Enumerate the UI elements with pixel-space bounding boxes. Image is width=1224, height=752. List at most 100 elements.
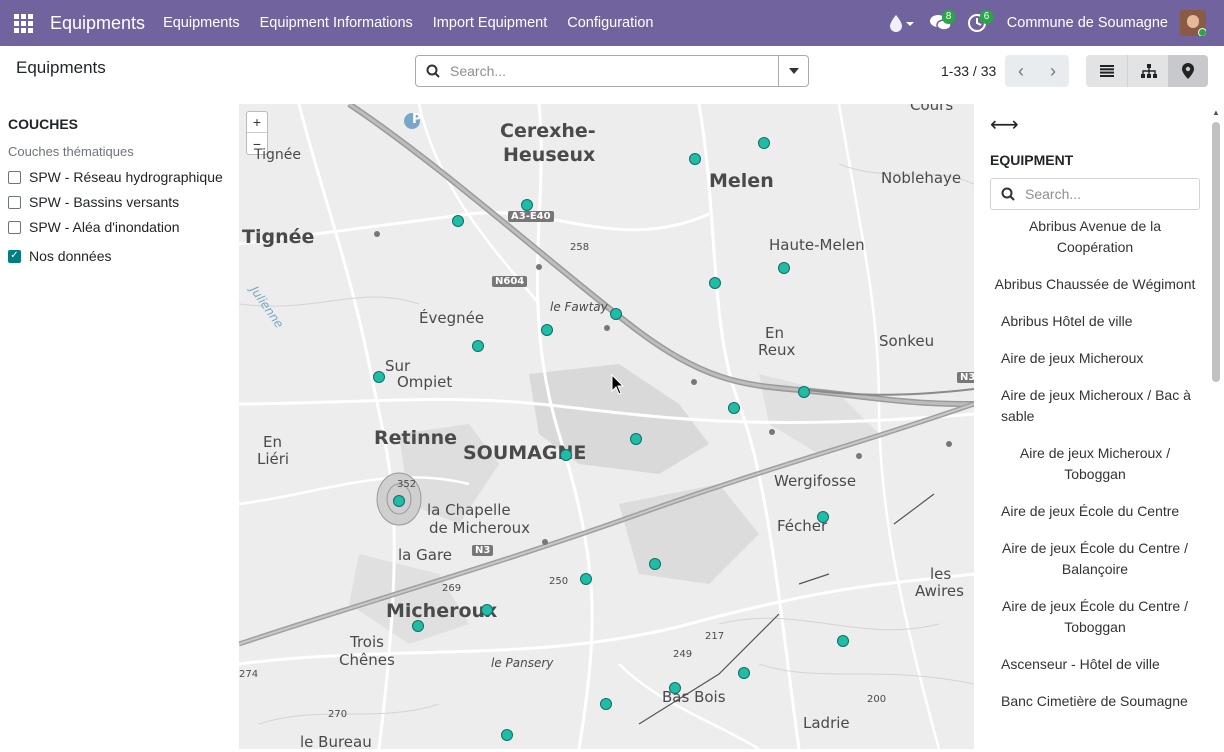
layer-checkbox[interactable] <box>8 170 21 184</box>
map-label-en-reux-1: En <box>765 324 784 342</box>
equipment-marker[interactable] <box>541 324 553 336</box>
map-label-trois-1: Trois <box>350 633 384 651</box>
equipment-list-item[interactable]: Abribus Avenue de la Coopération <box>990 216 1200 258</box>
equipment-scrollbar[interactable]: ▲ <box>1212 108 1220 752</box>
app-brand[interactable]: Equipments <box>50 13 145 34</box>
map-label-heuseux: Heuseux <box>503 144 596 166</box>
scroll-up-arrow-icon[interactable]: ▲ <box>1212 108 1220 117</box>
equipment-marker[interactable] <box>600 698 612 710</box>
page-title: Equipments <box>16 58 106 77</box>
equipment-marker[interactable] <box>758 137 770 149</box>
equipment-marker[interactable] <box>728 402 740 414</box>
scrollbar-thumb[interactable] <box>1212 122 1220 382</box>
equipment-list-item[interactable]: Aire de jeux Micheroux / Bac à sable <box>990 385 1200 427</box>
equipment-list-item[interactable]: Aire de jeux École du Centre <box>990 501 1200 522</box>
layer-label: SPW - Bassins versants <box>29 194 180 210</box>
equipment-marker[interactable] <box>560 449 572 461</box>
equipment-marker[interactable] <box>521 199 533 211</box>
equipment-marker[interactable] <box>610 308 622 320</box>
equipment-title: EQUIPMENT <box>990 152 1074 168</box>
map-label-retinne: Retinne <box>374 427 458 449</box>
parking-label: P <box>412 112 422 127</box>
map-view-button[interactable] <box>1168 55 1208 87</box>
water-drop-icon[interactable] <box>889 0 915 46</box>
search-icon <box>416 64 450 78</box>
layer-label: Nos données <box>29 248 112 264</box>
equipment-marker[interactable] <box>778 262 790 274</box>
layers-subtitle: Couches thématiques <box>8 144 134 159</box>
search-input[interactable]: Search... <box>450 63 778 79</box>
equipment-list-item[interactable]: Ascenseur - Hôtel de ville <box>990 654 1200 675</box>
layer-bassins-versants[interactable]: SPW - Bassins versants <box>8 194 179 210</box>
menu-import-equipment[interactable]: Import Equipment <box>433 15 547 31</box>
layer-checkbox[interactable] <box>8 220 21 234</box>
menu-configuration[interactable]: Configuration <box>567 15 653 31</box>
menu-equipment-informations[interactable]: Equipment Informations <box>260 15 413 31</box>
control-panel: Equipments Search... 1-33 / 33 ‹ › <box>0 46 1224 104</box>
chevron-down-icon <box>788 68 799 74</box>
map-label-la-chapelle-2: de Micheroux <box>429 519 531 537</box>
pager-next-button[interactable]: › <box>1037 55 1069 87</box>
equipment-marker[interactable] <box>837 635 849 647</box>
pager-previous-button[interactable]: ‹ <box>1005 55 1037 87</box>
equipment-list-item[interactable]: Abribus Hôtel de ville <box>990 311 1200 332</box>
equipment-marker[interactable] <box>501 729 513 741</box>
layer-checkbox[interactable] <box>8 195 21 209</box>
messages-icon[interactable]: 8 <box>929 0 956 46</box>
equipment-list-item[interactable]: Aire de jeux École du Centre / Toboggan <box>990 596 1200 638</box>
map-label-n3: N3 <box>472 545 494 556</box>
layer-reseau-hydrographique[interactable]: SPW - Réseau hydrographique <box>8 169 223 185</box>
equipment-list-item[interactable]: Banc Cimetière de Soumagne <box>990 691 1200 712</box>
equipment-marker[interactable] <box>709 277 721 289</box>
layer-nos-donnees[interactable]: ✓ Nos données <box>8 248 112 264</box>
equipment-marker[interactable] <box>412 620 424 632</box>
elevation-200: 200 <box>867 694 887 705</box>
activities-clock-icon[interactable]: 6 <box>967 0 994 46</box>
equipment-marker[interactable] <box>817 511 829 523</box>
search-options-toggle[interactable] <box>778 56 808 86</box>
map-label-fawtay: le Fawtay <box>550 300 608 314</box>
company-switcher[interactable]: Commune de Soumagne <box>1007 15 1168 31</box>
user-avatar[interactable] <box>1180 10 1206 36</box>
layer-checkbox-checked[interactable]: ✓ <box>8 249 21 263</box>
menu-equipments[interactable]: Equipments <box>163 15 240 31</box>
equipment-list-item[interactable]: Aire de jeux Micheroux <box>990 348 1200 369</box>
map-label-ladrie: Ladrie <box>803 714 850 732</box>
equipment-marker[interactable] <box>580 573 592 585</box>
apps-menu-icon[interactable] <box>0 0 46 46</box>
equipment-marker[interactable] <box>798 386 810 398</box>
equipment-marker[interactable] <box>630 433 642 445</box>
mouse-cursor-icon <box>611 374 625 395</box>
map-label-la-chapelle-1: la Chapelle <box>427 501 511 519</box>
search-bar[interactable]: Search... <box>415 55 809 87</box>
equipment-marker[interactable] <box>738 667 750 679</box>
equipment-list-item[interactable]: Aire de jeux École du Centre / Balançoir… <box>990 538 1200 580</box>
list-view-button[interactable] <box>1086 55 1128 87</box>
map-canvas[interactable]: + − P Cerexhe- Heuseux Melen Noblehaye T… <box>239 104 974 749</box>
zoom-in-button[interactable]: + <box>247 112 267 133</box>
equipment-list-item[interactable]: Aire de jeux Micheroux / Toboggan <box>990 443 1200 485</box>
map-label-les-2: Awires <box>915 582 964 600</box>
equipment-search-input[interactable]: Search... <box>1025 186 1081 202</box>
equipment-marker[interactable] <box>649 558 661 570</box>
equipment-marker[interactable] <box>393 495 405 507</box>
list-icon <box>1099 65 1114 77</box>
elevation-274: 274 <box>239 669 259 680</box>
layer-alea-inondation[interactable]: SPW - Aléa d'inondation <box>8 219 180 235</box>
map-label-tignee: Tignée <box>242 226 315 248</box>
equipment-list-item[interactable]: Abribus Chaussée de Wégimont <box>990 274 1200 295</box>
map-marker-icon <box>1182 63 1194 79</box>
resize-arrows-icon[interactable]: ⟷ <box>990 112 1019 137</box>
equipment-marker[interactable] <box>373 371 385 383</box>
equipment-marker[interactable] <box>472 340 484 352</box>
hierarchy-view-button[interactable] <box>1128 55 1170 87</box>
search-icon <box>1001 187 1015 201</box>
equipment-marker[interactable] <box>689 153 701 165</box>
map-label-les-1: les <box>930 565 952 583</box>
equipment-search[interactable]: Search... <box>990 178 1200 210</box>
equipment-marker[interactable] <box>452 215 464 227</box>
elevation-249: 249 <box>673 649 693 660</box>
equipment-marker[interactable] <box>669 682 681 694</box>
pager-value[interactable]: 1-33 / 33 <box>941 63 996 79</box>
equipment-marker[interactable] <box>481 604 493 616</box>
